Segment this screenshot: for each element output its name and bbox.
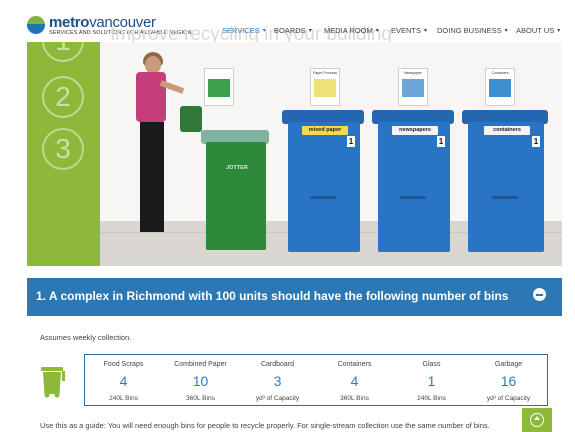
step-2-icon: 2 [42, 76, 84, 118]
column-header: Combined Paper [174, 361, 227, 368]
main-nav: SERVICES ▾ BOARDS ▾ MEDIA ROOM ▾ EVENTS ▾ DO… [222, 26, 566, 35]
bin-handle [400, 196, 426, 199]
back-to-top-button[interactable] [522, 408, 552, 432]
column-header: Containers [337, 361, 372, 368]
logo-mark-icon [27, 16, 45, 34]
nav-item-media-room[interactable]: MEDIA ROOM ▾ [324, 26, 391, 35]
site-header: metrovancouver SERVICES AND SOLUTIONS FO… [0, 0, 575, 45]
column-header: Cardboard [260, 361, 295, 368]
sign-art-icon [402, 79, 424, 97]
collapse-minus-icon[interactable] [533, 288, 546, 301]
nav-item-doing-business[interactable]: DOING BUSINESS ▾ [437, 26, 516, 35]
chevron-down-icon: ▾ [504, 28, 508, 34]
recycling-bins-photo: Paper Products Newspaper Containers JOTT… [100, 42, 562, 266]
arrow-up-icon [530, 413, 544, 427]
column-value: 16 [500, 373, 517, 389]
sign-paper: Paper Products [310, 68, 340, 106]
nav-item-services[interactable]: SERVICES ▾ [222, 26, 274, 35]
bin-handle [492, 196, 518, 199]
bin-handle [310, 196, 336, 199]
person-legs [140, 122, 164, 232]
step-panel: 1 2 3 [27, 42, 100, 266]
column-unit: 240L Bins [109, 395, 138, 402]
column-value: 3 [273, 373, 282, 389]
column-value: 4 [119, 373, 128, 389]
column-unit: 240L Bins [417, 395, 446, 402]
kitchen-caddy [180, 106, 202, 132]
chevron-down-icon: ▾ [308, 28, 312, 34]
sign-containers: Containers [485, 68, 515, 106]
nav-item-boards[interactable]: BOARDS ▾ [274, 26, 324, 35]
step-1-icon: 1 [42, 42, 84, 62]
bin-label: newspapers [392, 126, 438, 135]
chevron-down-icon: ▾ [262, 28, 266, 34]
bin-body [206, 142, 266, 250]
sign-art-icon [314, 79, 336, 97]
section-title: 1. A complex in Richmond with 100 units … [36, 289, 509, 303]
bin-number: 1 [532, 136, 540, 147]
sign-art-icon [208, 79, 230, 97]
sign-art-icon [489, 79, 511, 97]
chevron-down-icon: ▾ [424, 28, 428, 34]
column-header: Food Scraps [103, 361, 144, 368]
column-header: Glass [422, 361, 441, 368]
bin-number: 1 [347, 136, 355, 147]
column-value: 4 [350, 373, 359, 389]
column-unit: 360L Bins [340, 395, 369, 402]
guide-text: Use this as a guide: You will need enoug… [40, 421, 490, 430]
chevron-down-icon: ▾ [557, 28, 561, 34]
nav-item-events[interactable]: EVENTS ▾ [391, 26, 437, 35]
assumption-note: Assumes weekly collection. [40, 333, 132, 342]
bin-label: containers [484, 126, 530, 135]
nav-item-about-us[interactable]: ABOUT US ▾ [516, 26, 566, 35]
chevron-down-icon: ▾ [375, 28, 379, 34]
column-value: 1 [427, 373, 436, 389]
bin-label: mixed paper [302, 126, 348, 135]
garbage-bin-icon [41, 367, 65, 398]
column-header: Garbage [494, 361, 523, 368]
step-3-icon: 3 [42, 128, 84, 170]
column-unit: 360L Bins [186, 395, 215, 402]
column-unit: yd³ of Capacity [255, 395, 300, 402]
accordion-header[interactable]: 1. A complex in Richmond with 100 units … [27, 278, 562, 316]
bin-number: 1 [437, 136, 445, 147]
column-unit: yd³ of Capacity [486, 395, 531, 402]
sign-newspaper: Newspaper [398, 68, 428, 106]
bin-count-table: Food Scraps 4 240L Bins Combined Paper 1… [84, 354, 548, 406]
bin-brand-text: JOTTER [226, 165, 248, 171]
hero-banner: 1 2 3 Paper Products Newspaper Container… [27, 42, 562, 266]
sign-food-scraps [204, 68, 234, 106]
column-value: 10 [192, 373, 209, 389]
